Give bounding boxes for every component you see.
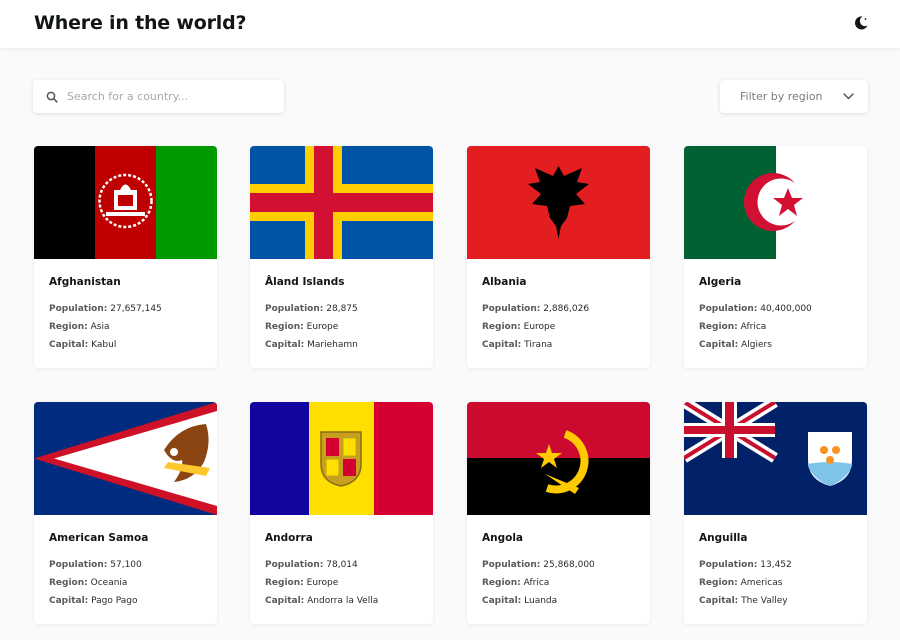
country-capital: Capital: Tirana [482,340,553,350]
country-population: Population: 27,657,145 [49,304,162,314]
flag-andorra [250,402,433,515]
country-name: Angola [482,532,524,544]
flag-angola [467,402,650,515]
country-population: Population: 40,400,000 [699,304,812,314]
country-name: Anguilla [699,532,748,544]
moon-icon[interactable] [853,15,869,31]
country-card-albania[interactable]: Albania Population: 2,886,026 Region: Eu… [467,146,650,368]
country-name: Andorra [265,532,313,544]
country-region: Region: Oceania [49,578,128,588]
country-region: Region: Africa [482,578,550,588]
flag-anguilla [684,402,867,515]
country-card-andorra[interactable]: Andorra Population: 78,014 Region: Europ… [250,402,433,624]
country-card-aland-islands[interactable]: Åland Islands Population: 28,875 Region:… [250,146,433,368]
country-capital: Capital: Algiers [699,340,772,350]
search-box[interactable] [33,80,284,113]
country-capital: Capital: Andorra la Vella [265,596,379,606]
country-capital: Capital: Kabul [49,340,117,350]
country-name: Algeria [699,276,742,288]
country-card-american-samoa[interactable]: American Samoa Population: 57,100 Region… [34,402,217,624]
app-header: Where in the world? [0,0,900,48]
flag-algeria [684,146,867,259]
search-input[interactable] [67,90,267,103]
country-region: Region: Europe [265,578,339,588]
country-region: Region: Americas [699,578,783,588]
country-region: Region: Europe [482,322,556,332]
country-card-anguilla[interactable]: Anguilla Population: 13,452 Region: Amer… [684,402,867,624]
country-name: Albania [482,276,527,288]
country-population: Population: 2,886,026 [482,304,590,314]
country-population: Population: 25,868,000 [482,560,595,570]
chevron-down-icon [843,93,854,100]
country-name: Afghanistan [49,276,121,288]
country-region: Region: Asia [49,322,110,332]
flag-aland-islands [250,146,433,259]
country-population: Population: 78,014 [265,560,358,570]
country-capital: Capital: Mariehamn [265,340,358,350]
country-population: Population: 13,452 [699,560,792,570]
search-icon [46,91,58,103]
country-name: American Samoa [49,532,149,544]
country-population: Population: 28,875 [265,304,358,314]
country-capital: Capital: Luanda [482,596,558,606]
country-card-angola[interactable]: Angola Population: 25,868,000 Region: Af… [467,402,650,624]
country-card-algeria[interactable]: Algeria Population: 40,400,000 Region: A… [684,146,867,368]
country-card-afghanistan[interactable]: Afghanistan Population: 27,657,145 Regio… [34,146,217,368]
app-title: Where in the world? [34,12,247,34]
flag-american-samoa [34,402,217,515]
country-name: Åland Islands [265,276,345,288]
country-region: Region: Africa [699,322,767,332]
flag-afghanistan [34,146,217,259]
country-region: Region: Europe [265,322,339,332]
region-filter-dropdown[interactable]: Filter by region [720,80,868,113]
country-capital: Capital: Pago Pago [49,596,138,606]
region-filter-label: Filter by region [740,90,823,103]
country-population: Population: 57,100 [49,560,142,570]
flag-albania [467,146,650,259]
country-capital: Capital: The Valley [699,596,788,606]
